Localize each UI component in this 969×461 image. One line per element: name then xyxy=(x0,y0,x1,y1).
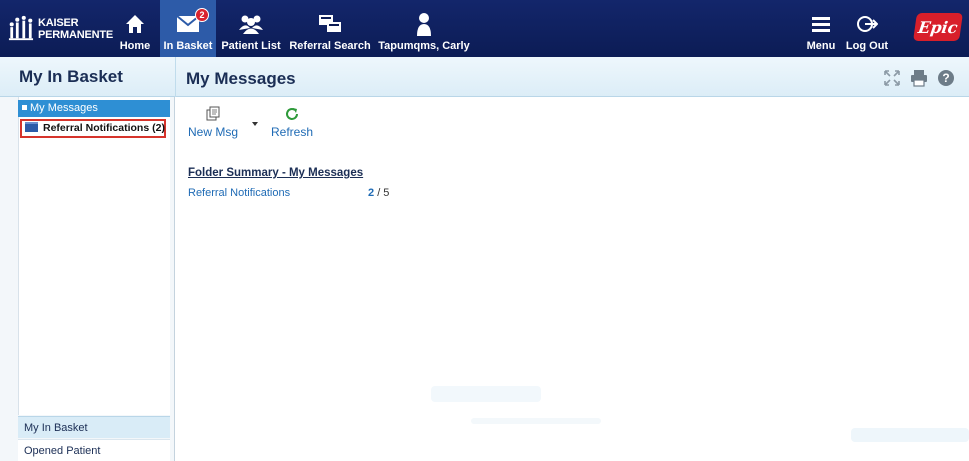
folder-bullet-icon xyxy=(22,105,27,110)
expand-icon[interactable] xyxy=(883,69,901,87)
nav-referral-search[interactable]: Referral Search xyxy=(289,0,371,57)
logo-line-1: KAISER xyxy=(37,17,79,29)
background-decoration xyxy=(431,386,541,402)
nav-log-out-label: Log Out xyxy=(845,40,889,52)
envelope-icon: 2 xyxy=(176,8,209,37)
left-panel-title: My In Basket xyxy=(19,67,123,86)
epic-logo: Epic xyxy=(913,13,963,41)
hamburger-icon xyxy=(811,11,831,37)
logo-line-2: PERMANENTE xyxy=(37,29,113,41)
nav-patient-list-label: Patient List xyxy=(221,40,281,52)
summary-referral-notifications-count: 2 / 5 xyxy=(368,187,389,199)
folder-tree xyxy=(18,97,170,415)
background-decoration xyxy=(471,418,601,424)
kaiser-permanente-logo: KAISER PERMANENTE xyxy=(8,9,113,49)
new-msg-button[interactable]: New Msg xyxy=(188,106,238,139)
section-my-in-basket[interactable]: My In Basket xyxy=(18,416,170,438)
refresh-button[interactable]: Refresh xyxy=(271,106,313,139)
folder-icon xyxy=(25,122,38,132)
folder-my-messages[interactable]: My Messages xyxy=(18,100,170,117)
people-icon xyxy=(238,11,264,37)
nav-user[interactable]: Tapumqms, Carly xyxy=(378,0,470,57)
folder-summary-title: Folder Summary - My Messages xyxy=(188,167,364,179)
page-title: My Messages xyxy=(186,69,296,88)
folder-referral-notifications[interactable]: Referral Notifications (2) xyxy=(20,119,166,138)
in-basket-badge: 2 xyxy=(195,8,209,22)
person-icon xyxy=(415,11,433,37)
svg-text:?: ? xyxy=(942,71,949,85)
summary-referral-notifications-link[interactable]: Referral Notifications xyxy=(188,187,290,199)
summary-unread-count: 2 xyxy=(368,187,375,199)
header-divider xyxy=(175,57,176,97)
sub-header: My In Basket My Messages ? xyxy=(0,57,969,97)
nav-in-basket[interactable]: 2 In Basket xyxy=(160,0,216,57)
refresh-icon xyxy=(286,108,299,120)
folder-referral-notifications-label: Referral Notifications (2) xyxy=(43,122,165,134)
nav-user-label: Tapumqms, Carly xyxy=(378,40,470,52)
nav-menu[interactable]: Menu xyxy=(803,0,839,57)
print-icon[interactable] xyxy=(910,69,928,87)
nav-patient-list[interactable]: Patient List xyxy=(220,0,282,57)
left-panel: My Messages Referral Notifications (2) M… xyxy=(0,97,175,461)
nav-referral-search-label: Referral Search xyxy=(289,40,371,52)
refresh-label: Refresh xyxy=(271,125,314,139)
house-icon xyxy=(124,11,146,37)
folder-my-messages-label: My Messages xyxy=(30,102,98,114)
top-navigation-bar: KAISER PERMANENTE Home 2 In Basket Patie… xyxy=(0,0,969,57)
logout-icon xyxy=(856,11,878,37)
nav-log-out[interactable]: Log Out xyxy=(843,0,891,57)
referral-search-icon xyxy=(317,11,343,37)
background-decoration xyxy=(851,428,969,442)
kaiser-logo-text: KAISER PERMANENTE xyxy=(38,17,113,41)
nav-menu-label: Menu xyxy=(806,40,836,52)
new-msg-dropdown-arrow[interactable] xyxy=(252,122,258,126)
nav-home[interactable]: Home xyxy=(115,0,155,57)
section-opened-patient[interactable]: Opened Patient xyxy=(18,439,170,461)
main-content: New Msg Refresh Folder Summary - My Mess… xyxy=(176,98,969,461)
summary-total-count: / 5 xyxy=(377,187,390,199)
nav-home-label: Home xyxy=(119,40,151,52)
help-icon[interactable]: ? xyxy=(937,69,955,87)
new-message-icon xyxy=(206,106,220,121)
new-msg-label: New Msg xyxy=(188,125,239,139)
kaiser-logo-icon xyxy=(8,15,34,41)
nav-in-basket-label: In Basket xyxy=(163,40,213,52)
